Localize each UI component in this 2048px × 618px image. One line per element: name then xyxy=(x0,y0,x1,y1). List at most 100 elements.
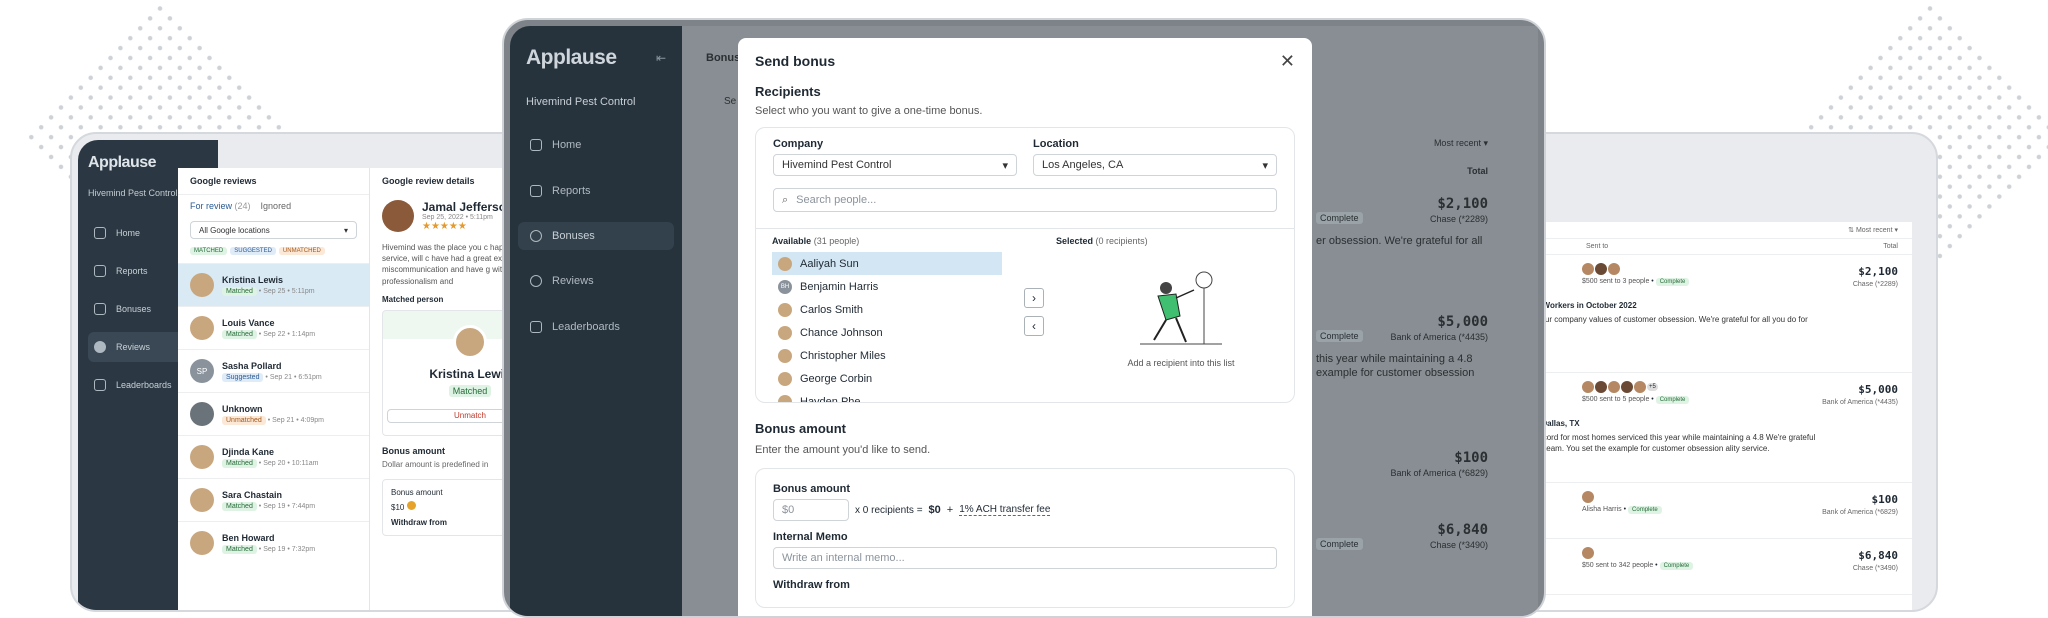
bg-row-bank: Chase (*2289) xyxy=(1429,214,1488,224)
person-avatar xyxy=(778,302,792,317)
person-list-item[interactable]: Chance Johnson xyxy=(772,321,1002,344)
person-name: Christopher Miles xyxy=(800,349,886,362)
review-status-badge: Matched xyxy=(222,501,257,511)
calc-multiplier: x 0 recipients = xyxy=(855,504,923,516)
move-right-button[interactable]: › xyxy=(1024,288,1044,308)
center-nav-home[interactable]: Home xyxy=(526,122,666,168)
recipient-avatar xyxy=(1634,381,1646,393)
bonus-bank: Bank of America (*6829) xyxy=(1822,509,1898,516)
sent-summary: $500 sent to 3 people xyxy=(1582,278,1650,285)
center-sidebar: Applause ⇤ Hivemind Pest Control Home Re… xyxy=(510,26,682,616)
bonus-amount: $5,000 xyxy=(1858,383,1898,396)
location-select[interactable]: Los Angeles, CA ▾ xyxy=(1033,154,1277,176)
person-avatar xyxy=(778,348,792,363)
review-list-item[interactable]: Unknown Unmatched • Sep 21 • 4:09pm xyxy=(178,392,369,435)
review-status-badge: Matched xyxy=(222,286,257,296)
bg-status-badge: Complete xyxy=(1316,538,1363,550)
review-status-badge: Matched xyxy=(222,329,257,339)
send-bonus-modal: Send bonus ✕ Recipients Select who you w… xyxy=(738,38,1312,616)
center-device: Applause ⇤ Hivemind Pest Control Home Re… xyxy=(502,18,1546,618)
close-icon[interactable]: ✕ xyxy=(1280,52,1295,70)
review-avatar xyxy=(190,531,214,555)
recipient-avatar xyxy=(1582,263,1594,275)
bg-status-badge: Complete xyxy=(1316,212,1363,224)
chevron-down-icon: ▾ xyxy=(1262,159,1268,172)
reviewer-name: Jamal Jefferso xyxy=(422,200,507,214)
location-select[interactable]: All Google locations ▾ xyxy=(190,221,357,239)
sort-icon: ⇅ xyxy=(1848,227,1856,234)
bg-row-amount: $100 xyxy=(1454,450,1488,466)
review-avatar xyxy=(190,488,214,512)
review-list-item[interactable]: Louis Vance Matched • Sep 22 • 1:14pm xyxy=(178,306,369,349)
person-list-item[interactable]: George Corbin xyxy=(772,367,1002,390)
review-date-value: Sep 20 • 10:11am xyxy=(263,459,319,467)
ach-fee-link[interactable]: 1% ACH transfer fee xyxy=(959,504,1051,516)
filter-suggested[interactable]: SUGGESTED xyxy=(230,247,276,255)
review-date-value: Sep 19 • 7:32pm xyxy=(263,545,316,553)
person-list-item[interactable]: Christopher Miles xyxy=(772,344,1002,367)
person-list-item[interactable]: Aaliyah Sun xyxy=(772,252,1002,275)
empty-state-text: Add a recipient into this list xyxy=(1127,358,1235,368)
review-list-item[interactable]: Djinda Kane Matched • Sep 20 • 10:11am xyxy=(178,435,369,478)
review-list-item[interactable]: Ben Howard Matched • Sep 19 • 7:32pm xyxy=(178,521,369,564)
withdraw-label: Withdraw from xyxy=(773,579,850,591)
review-date-value: Sep 22 • 1:14pm xyxy=(263,330,316,338)
review-date-value: Sep 21 • 6:51pm xyxy=(269,373,322,381)
review-avatar xyxy=(190,316,214,340)
review-date: Sep 25, 2022 • 5:11pm xyxy=(422,214,493,221)
recipients-card: Company Hivemind Pest Control ▾ Location … xyxy=(755,127,1295,403)
filter-matched[interactable]: MATCHED xyxy=(190,247,228,255)
recipient-avatar xyxy=(1582,381,1594,393)
review-name: Unknown xyxy=(222,403,263,414)
center-nav-leaderboards[interactable]: Leaderboards xyxy=(526,304,666,350)
company-select[interactable]: Hivemind Pest Control ▾ xyxy=(773,154,1017,176)
collapse-sidebar-icon[interactable]: ⇤ xyxy=(656,51,666,65)
memo-input[interactable]: Write an internal memo... xyxy=(773,547,1277,569)
empty-state-illustration xyxy=(1140,271,1222,345)
company-label: Company xyxy=(773,138,824,150)
bg-sort: Most recent ▾ xyxy=(1433,138,1488,148)
person-avatar xyxy=(778,256,792,271)
center-nav-reviews[interactable]: Reviews xyxy=(526,258,666,304)
status-filters: MATCHED SUGGESTED UNMATCHED xyxy=(178,243,369,259)
person-avatar xyxy=(778,325,792,340)
center-nav-bonuses[interactable]: Bonuses xyxy=(518,222,674,250)
review-list-item[interactable]: Kristina Lewis Matched • Sep 25 • 5:11pm xyxy=(178,263,369,306)
review-name: Djinda Kane xyxy=(222,446,275,457)
bonus-amount-input[interactable]: $0 xyxy=(773,499,849,521)
calc-plus: + xyxy=(946,504,954,516)
person-list-item[interactable]: Hayden Phe xyxy=(772,390,1002,402)
bg-row-amount: $2,100 xyxy=(1437,196,1488,212)
person-list-item[interactable]: BH Benjamin Harris xyxy=(772,275,1002,298)
recipient-avatars xyxy=(1582,547,1693,559)
person-avatar: BH xyxy=(778,279,792,294)
bonus-bank: Chase (*2289) xyxy=(1852,281,1898,288)
move-left-button[interactable]: ‹ xyxy=(1024,316,1044,336)
person-avatar xyxy=(778,371,792,386)
bonus-amount: $100 xyxy=(1871,493,1899,506)
bg-row-text: er obsession. We're grateful for all xyxy=(1316,235,1483,247)
bg-row-bank: Chase (*3490) xyxy=(1429,540,1488,550)
complete-badge: Complete xyxy=(1655,396,1690,404)
bonus-amount-card: Bonus amount $0 x 0 recipients = $0 + 1%… xyxy=(755,468,1295,608)
filter-unmatched[interactable]: UNMATCHED xyxy=(278,247,325,255)
tab-for-review[interactable]: For review (24) xyxy=(190,201,251,211)
review-avatar xyxy=(190,402,214,426)
center-nav-reports[interactable]: Reports xyxy=(526,168,666,214)
search-people-input[interactable]: ⌕ Search people... xyxy=(773,188,1277,212)
person-name: Benjamin Harris xyxy=(800,280,879,293)
tab-ignored[interactable]: Ignored xyxy=(261,201,292,211)
person-list-item[interactable]: Carlos Smith xyxy=(772,298,1002,321)
trophy-icon xyxy=(530,321,542,333)
review-status-badge: Matched xyxy=(222,544,257,554)
review-list-item[interactable]: SP Sasha Pollard Suggested • Sep 21 • 6:51… xyxy=(178,349,369,392)
left-device: Applause Hivemind Pest Control Home Repo… xyxy=(70,132,550,612)
bg-row-bank: Bank of America (*6829) xyxy=(1390,468,1488,478)
bg-page-title: Bonus xyxy=(706,52,741,64)
person-name: Chance Johnson xyxy=(800,326,883,339)
available-label: Available (31 people) xyxy=(772,236,860,246)
review-list-item[interactable]: Sara Chastain Matched • Sep 19 • 7:44pm xyxy=(178,478,369,521)
recipient-avatars xyxy=(1582,263,1689,275)
bg-row-bank: Bank of America (*4435) xyxy=(1390,332,1488,342)
bg-total-col: Total xyxy=(1467,166,1488,176)
